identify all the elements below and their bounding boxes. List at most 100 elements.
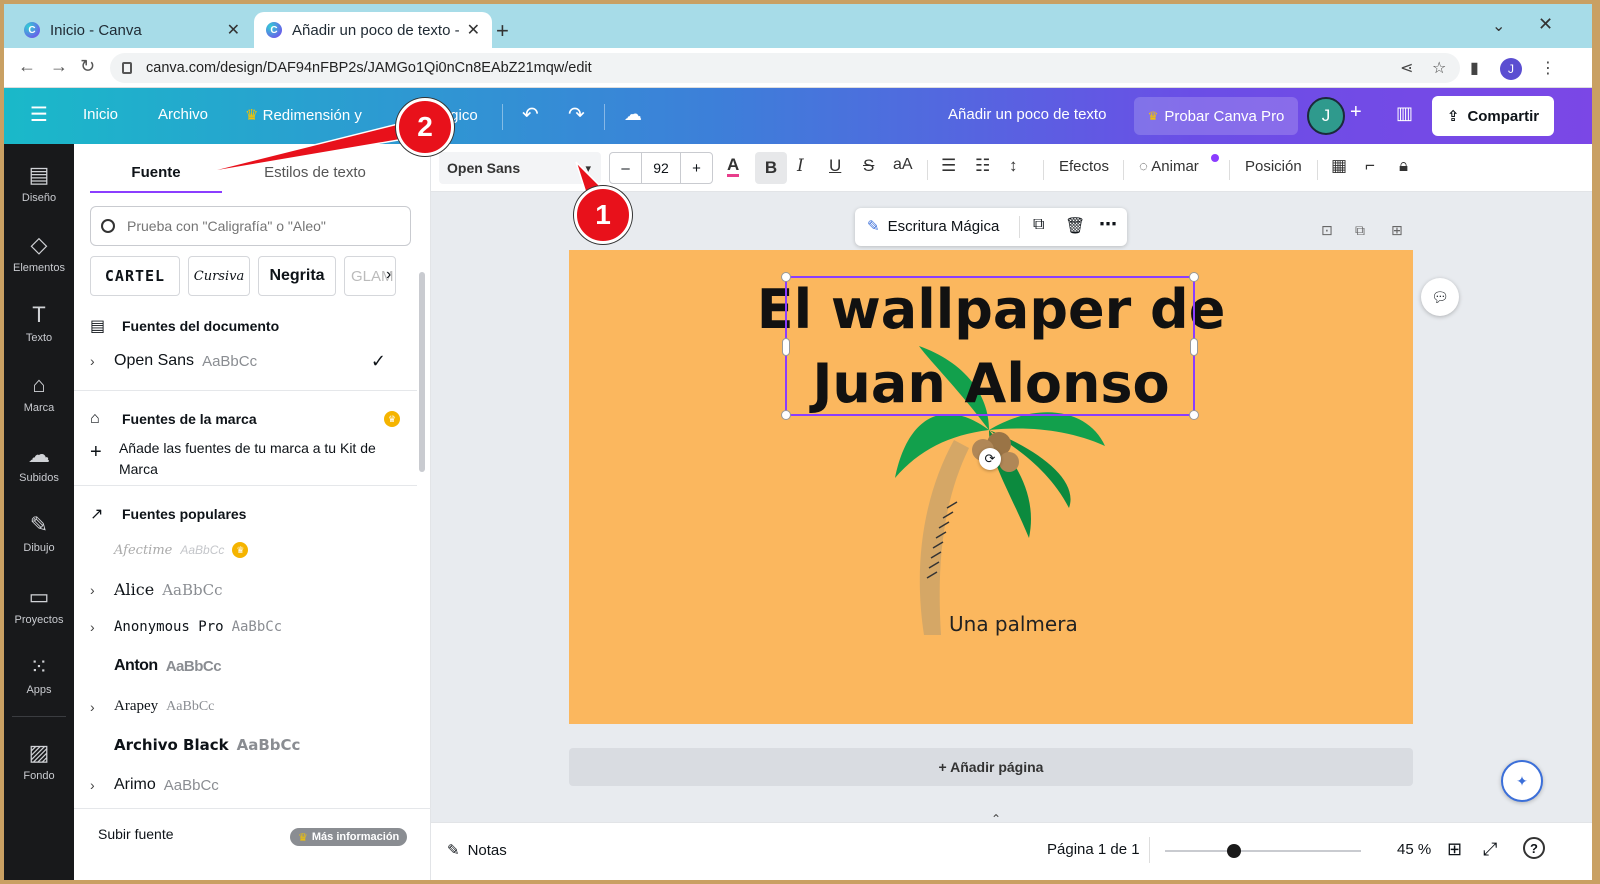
forward-icon[interactable]: → (50, 56, 68, 77)
tab-list-chevron-icon[interactable]: ⌄ (1492, 16, 1505, 36)
panel-scrollbar[interactable] (417, 272, 427, 872)
rail-item-marca[interactable]: ⌂ Marca (4, 372, 74, 414)
font-row-arapey[interactable]: › Arapey AaBbCc (90, 698, 410, 715)
decrease-size-button[interactable]: – (610, 153, 642, 183)
align-center-icon[interactable]: ☰ (941, 156, 956, 176)
page-duplicate-icon[interactable]: ⧉ (1355, 222, 1365, 239)
magic-assistant-icon[interactable]: ✦ (1501, 760, 1543, 802)
undo-icon[interactable]: ↶ (522, 102, 539, 127)
page-lock-icon[interactable]: ⊡ (1321, 222, 1333, 239)
resize-handle[interactable] (781, 410, 791, 420)
animate-button[interactable]: ◌ Animar (1139, 158, 1199, 175)
window-close-icon[interactable]: ✕ (1538, 14, 1553, 35)
transparency-icon[interactable]: ▦ (1331, 156, 1347, 176)
add-page-button[interactable]: + Añadir página (569, 748, 1413, 786)
list-icon[interactable]: ☷ (975, 156, 990, 176)
trash-icon[interactable]: 🗑︎ (1065, 216, 1085, 236)
font-row-archivo-black[interactable]: Archivo Black AaBbCc (90, 736, 410, 754)
rail-item-proyectos[interactable]: ▭ Proyectos (4, 584, 74, 626)
resize-handle[interactable] (1189, 272, 1199, 282)
more-info-badge[interactable]: ♛ Más información (290, 828, 408, 846)
bold-icon[interactable]: B (755, 152, 787, 184)
tab-fuente[interactable]: Fuente (90, 164, 222, 193)
position-button[interactable]: Posición (1245, 158, 1302, 175)
rail-item-elementos[interactable]: ◇ Elementos (4, 232, 74, 274)
rail-item-diseno[interactable]: ▤ Diseño (4, 162, 74, 204)
duplicate-icon[interactable]: ⧉ (1033, 216, 1044, 234)
share-button[interactable]: ⇪ Compartir (1432, 96, 1554, 136)
chevron-right-icon[interactable]: › (90, 699, 114, 715)
notes-button[interactable]: ✎ Notas (447, 841, 507, 860)
increase-size-button[interactable]: + (680, 153, 712, 183)
chevron-right-icon[interactable]: › (90, 777, 114, 793)
font-size-value[interactable]: 92 (642, 153, 680, 183)
page-add-icon[interactable]: ⊞ (1391, 222, 1403, 239)
cloud-saved-icon[interactable]: ☁ (624, 104, 642, 125)
rail-item-dibujo[interactable]: ✎ Dibujo (4, 512, 74, 554)
more-options-icon[interactable]: ⋯ (1099, 214, 1117, 235)
profile-avatar[interactable]: J (1500, 58, 1522, 80)
bookmark-star-icon[interactable]: ☆ (1432, 58, 1446, 78)
header-archivo[interactable]: Archivo (158, 106, 208, 123)
text-color-icon[interactable]: A (727, 156, 740, 177)
resize-handle[interactable] (1190, 338, 1198, 356)
fullscreen-icon[interactable]: ⤢ (1483, 839, 1497, 860)
font-row-anton[interactable]: Anton AaBbCc (90, 657, 410, 675)
rotate-handle-icon[interactable]: ⟳ (979, 448, 1001, 470)
resize-handle[interactable] (782, 338, 790, 356)
letter-case-icon[interactable]: aA (893, 156, 913, 174)
design-title[interactable]: Añadir un poco de texto (948, 106, 1106, 123)
side-panel-icon[interactable]: ▮ (1470, 58, 1479, 78)
close-tab-icon[interactable]: ✕ (467, 20, 480, 40)
design-page[interactable]: El wallpaper de Juan Alonso ⟳ Una palmer… (569, 250, 1413, 724)
magic-write-button[interactable]: ✎ Escritura Mágica (867, 217, 999, 236)
tab-inicio[interactable]: C Inicio - Canva ✕ (12, 12, 252, 48)
zoom-slider-thumb[interactable] (1227, 844, 1241, 858)
chip-negrita[interactable]: Negrita (258, 256, 336, 296)
lock-icon[interactable]: 🔒︎ (1399, 156, 1408, 176)
user-avatar[interactable]: J (1307, 97, 1345, 135)
font-row-open-sans[interactable]: › Open Sans AaBbCc ✓ (90, 351, 410, 371)
tab-estilos-texto[interactable]: Estilos de texto (250, 164, 380, 181)
redo-icon[interactable]: ↷ (568, 102, 585, 127)
font-search[interactable] (90, 206, 411, 246)
font-row-afectime[interactable]: Afectime AaBbCc ♛ (90, 542, 410, 558)
reload-icon[interactable]: ↻ (80, 56, 95, 77)
italic-icon[interactable]: I (797, 156, 804, 176)
back-icon[interactable]: ← (18, 56, 36, 77)
font-row-alice[interactable]: › Alice AaBbCc (90, 580, 410, 599)
tab-editor[interactable]: C Añadir un poco de texto - ✕ (254, 12, 492, 48)
share-page-icon[interactable]: ⋖ (1400, 58, 1413, 78)
resize-handle[interactable] (1189, 410, 1199, 420)
chevron-right-icon[interactable]: › (90, 619, 114, 635)
menu-hamburger-icon[interactable]: ☰ (30, 102, 48, 127)
chip-cartel[interactable]: CARTEL (90, 256, 180, 296)
add-comment-icon[interactable]: 💬︎ (1421, 278, 1459, 316)
scrollbar-thumb[interactable] (419, 272, 425, 472)
chevron-right-icon[interactable]: › (90, 353, 114, 369)
url-field[interactable]: canva.com/design/DAF94nFBP2s/JAMGo1Qi0nC… (110, 53, 1460, 83)
zoom-slider-track[interactable] (1165, 844, 1361, 858)
paint-roller-icon[interactable]: ⌐ (1365, 156, 1375, 176)
font-family-dropdown[interactable]: Open Sans ▾ (439, 152, 601, 184)
font-search-input[interactable] (127, 218, 387, 234)
rail-item-subidos[interactable]: ☁ Subidos (4, 442, 74, 484)
underline-icon[interactable]: U (829, 156, 841, 176)
strikethrough-icon[interactable]: S (863, 156, 874, 176)
insights-chart-icon[interactable]: ▥ (1396, 103, 1413, 124)
brand-add-row[interactable]: + Añade las fuentes de tu marca a tu Kit… (90, 438, 390, 480)
browser-menu-icon[interactable]: ⋮ (1540, 58, 1556, 78)
chips-next-arrow-icon[interactable]: › (386, 266, 391, 284)
chip-cursiva[interactable]: Cursiva (188, 256, 250, 296)
page-indicator[interactable]: Página 1 de 1 (1047, 841, 1140, 858)
close-tab-icon[interactable]: ✕ (227, 20, 240, 40)
try-pro-button[interactable]: ♛ Probar Canva Pro (1134, 97, 1298, 135)
font-row-arimo[interactable]: › Arimo AaBbCc (90, 776, 410, 794)
help-icon[interactable]: ? (1523, 837, 1545, 859)
rail-item-fondo[interactable]: ▨ Fondo (4, 740, 74, 782)
line-spacing-icon[interactable]: ↕ (1009, 156, 1018, 176)
zoom-value[interactable]: 45 % (1397, 841, 1431, 858)
grid-view-icon[interactable]: ⊞ (1447, 839, 1462, 860)
header-inicio[interactable]: Inicio (83, 106, 118, 123)
effects-button[interactable]: Efectos (1059, 158, 1109, 175)
